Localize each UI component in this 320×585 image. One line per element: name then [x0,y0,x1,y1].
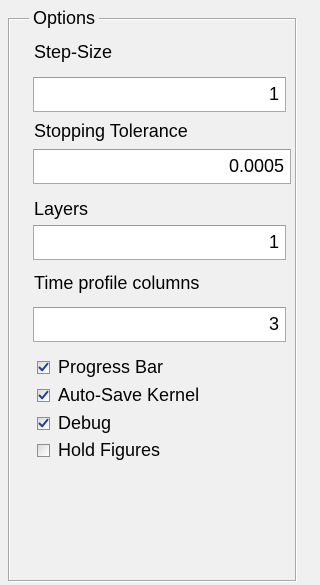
check-mark-icon [38,362,49,371]
options-group-title: Options [29,7,100,29]
step-size-label: Step-Size [34,42,113,62]
auto-save-kernel-label: Auto-Save Kernel [58,385,200,405]
stopping-tolerance-input[interactable] [33,149,291,184]
debug-label: Debug [58,413,112,433]
checkbox-box[interactable] [37,360,50,374]
checkbox-box[interactable] [37,443,50,457]
progress-bar-label: Progress Bar [58,357,164,377]
hold-figures-label: Hold Figures [58,440,161,460]
checkbox-box[interactable] [37,416,50,430]
checkbox-box[interactable] [37,388,50,402]
step-size-input[interactable] [33,77,286,112]
hold-figures-checkbox[interactable]: Hold Figures [37,438,160,462]
debug-checkbox[interactable]: Debug [37,411,111,435]
layers-label: Layers [34,199,89,219]
time-profile-columns-input[interactable] [33,307,286,342]
auto-save-kernel-checkbox[interactable]: Auto-Save Kernel [37,383,199,407]
time-profile-columns-label: Time profile columns [34,273,200,293]
layers-input[interactable] [33,225,286,260]
stopping-tolerance-label: Stopping Tolerance [34,121,188,141]
progress-bar-checkbox[interactable]: Progress Bar [37,355,163,379]
check-mark-icon [38,390,49,399]
check-mark-icon [38,418,49,427]
